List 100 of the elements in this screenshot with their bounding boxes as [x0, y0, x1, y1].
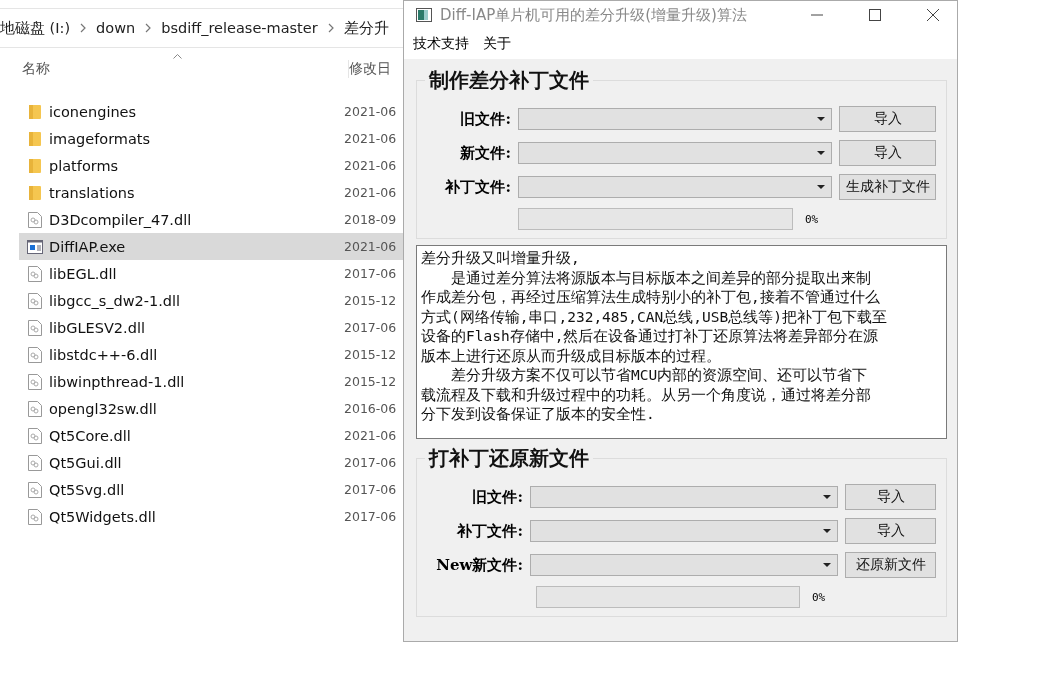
- breadcrumb-item[interactable]: 地磁盘 (I:): [0, 18, 71, 38]
- file-name: Qt5Widgets.dll: [49, 508, 156, 525]
- folder-icon: [27, 157, 43, 174]
- file-name: libEGL.dll: [49, 265, 117, 282]
- file-row[interactable]: Qt5Svg.dll 2017-06: [19, 476, 403, 503]
- file-icon: [27, 508, 43, 525]
- file-row[interactable]: libEGL.dll 2017-06: [19, 260, 403, 287]
- field-label: 补丁文件:: [444, 177, 511, 197]
- file-date: 2021-06: [344, 131, 397, 146]
- chevron-icon: [80, 23, 87, 33]
- file-name: Qt5Gui.dll: [49, 454, 122, 471]
- text-line: 作成差分包，再经过压缩算法生成特别小的补丁包,接着不管通过什么: [421, 288, 881, 307]
- file-date: 2017-06: [344, 482, 397, 497]
- file-date: 2015-12: [344, 374, 397, 389]
- file-date: 2021-06: [344, 104, 397, 119]
- file-name: D3Dcompiler_47.dll: [49, 211, 192, 228]
- file-dropdown[interactable]: [518, 108, 832, 130]
- file-date: 2021-06: [344, 158, 397, 173]
- file-row[interactable]: D3Dcompiler_47.dll 2018-09: [19, 206, 403, 233]
- file-row[interactable]: libstdc++-6.dll 2015-12: [19, 341, 403, 368]
- text-line: 设备的Flash存储中,然后在设备通过打补丁还原算法将差异部分在源: [421, 327, 880, 346]
- file-row[interactable]: iconengines 2021-06: [19, 98, 403, 125]
- maximize-icon[interactable]: [869, 9, 881, 21]
- window-title: Diff-IAP单片机可用的差分升级(增量升级)算法: [440, 5, 747, 25]
- dropdown-arrow-icon: [823, 563, 831, 567]
- file-row[interactable]: Qt5Gui.dll 2017-06: [19, 449, 403, 476]
- folder-icon: [27, 103, 43, 120]
- file-row[interactable]: platforms 2021-06: [19, 152, 403, 179]
- file-date: 2015-12: [344, 293, 397, 308]
- file-date: 2021-06: [344, 185, 397, 200]
- file-row[interactable]: Qt5Core.dll 2021-06: [19, 422, 403, 449]
- file-icon: [27, 427, 43, 444]
- application-icon: [27, 239, 43, 254]
- file-row[interactable]: libGLESV2.dll 2017-06: [19, 314, 403, 341]
- field-label: 旧文件:: [471, 487, 523, 507]
- file-name: DiffIAP.exe: [49, 238, 126, 255]
- file-name: platforms: [49, 157, 119, 174]
- description-box[interactable]: [416, 245, 947, 439]
- file-row[interactable]: opengl32sw.dll 2016-06: [19, 395, 403, 422]
- folder-icon: [27, 130, 43, 147]
- file-date: 2017-06: [344, 320, 397, 335]
- dropdown-arrow-icon: [817, 151, 825, 155]
- chevron-icon: [145, 23, 152, 33]
- text-line: 差分升级又叫增量升级,: [421, 249, 581, 268]
- file-name: Qt5Svg.dll: [49, 481, 125, 498]
- field-label: 补丁文件:: [456, 521, 523, 541]
- file-name: iconengines: [49, 103, 137, 120]
- file-row[interactable]: imageformats 2021-06: [19, 125, 403, 152]
- close-icon[interactable]: [927, 9, 939, 21]
- text-line: 载流程及下载和升级过程中的功耗。从另一个角度说，通过将差分部: [421, 385, 872, 405]
- progress-reading: 0%: [805, 212, 819, 226]
- file-date: 2015-12: [344, 347, 397, 362]
- group-title: 制作差分补丁文件: [428, 67, 590, 94]
- action-button[interactable]: 导入: [845, 518, 936, 544]
- column-header[interactable]: 修改日: [348, 60, 391, 78]
- file-name: Qt5Core.dll: [49, 427, 131, 444]
- text-line: 分下发到设备保证了版本的安全性.: [421, 405, 656, 424]
- breadcrumb-item[interactable]: down: [96, 20, 136, 36]
- dropdown-arrow-icon: [817, 117, 825, 121]
- action-button[interactable]: 导入: [845, 484, 936, 510]
- file-dropdown[interactable]: [530, 520, 838, 542]
- file-date: 2017-06: [344, 266, 397, 281]
- action-button[interactable]: 还原新文件: [845, 552, 936, 578]
- dropdown-arrow-icon: [823, 495, 831, 499]
- file-row[interactable]: libgcc_s_dw2-1.dll 2015-12: [19, 287, 403, 314]
- file-icon: [27, 265, 43, 282]
- file-dropdown[interactable]: [518, 142, 832, 164]
- file-date: 2017-06: [344, 509, 397, 524]
- action-button[interactable]: 生成补丁文件: [839, 174, 936, 200]
- file-row[interactable]: libwinpthread-1.dll 2015-12: [19, 368, 403, 395]
- column-header[interactable]: 名称: [22, 60, 50, 78]
- file-row[interactable]: translations 2021-06: [19, 179, 403, 206]
- app-icon: [416, 8, 432, 22]
- file-dropdown[interactable]: [530, 554, 838, 576]
- file-date: 2017-06: [344, 455, 397, 470]
- field-label: New新文件:: [435, 555, 523, 575]
- file-icon: [27, 400, 43, 417]
- field-label: 旧文件:: [459, 109, 511, 129]
- file-name: libGLESV2.dll: [49, 319, 145, 336]
- breadcrumb-item[interactable]: bsdiff_release-master: [161, 20, 318, 36]
- file-icon: [27, 454, 43, 471]
- sort-icon: [173, 54, 182, 59]
- text-line: 方式(网络传输,串口,232,485,CAN总线,USB总线等)把补丁包下载至: [421, 307, 888, 327]
- menu-item[interactable]: 技术支持: [413, 35, 469, 53]
- chevron-icon: [327, 23, 334, 33]
- action-button[interactable]: 导入: [839, 140, 936, 166]
- breadcrumb-item[interactable]: 差分升: [343, 18, 389, 38]
- file-icon: [27, 373, 43, 390]
- file-icon: [27, 481, 43, 498]
- file-row[interactable]: Qt5Widgets.dll 2017-06: [19, 503, 403, 530]
- file-icon: [27, 211, 43, 228]
- file-row[interactable]: DiffIAP.exe 2021-06: [19, 233, 403, 260]
- field-label: 新文件:: [459, 143, 511, 163]
- file-dropdown[interactable]: [530, 486, 838, 508]
- file-date: 2016-06: [344, 401, 397, 416]
- menu-item[interactable]: 关于: [483, 35, 511, 53]
- action-button[interactable]: 导入: [839, 106, 936, 132]
- file-dropdown[interactable]: [518, 176, 832, 198]
- file-name: opengl32sw.dll: [49, 400, 157, 417]
- file-date: 2021-06: [344, 428, 397, 443]
